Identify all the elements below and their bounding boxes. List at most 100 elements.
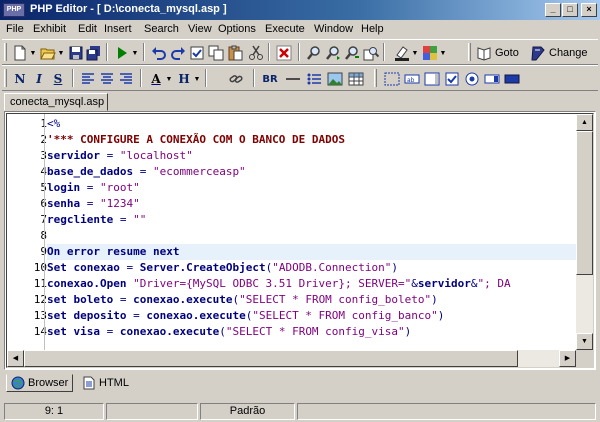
menu-view[interactable]: View bbox=[188, 23, 212, 35]
scroll-up-icon[interactable]: ▲ bbox=[576, 114, 593, 131]
undo-icon[interactable] bbox=[149, 43, 169, 63]
code-line[interactable]: On error resume next bbox=[47, 244, 576, 260]
toolbar-grip[interactable] bbox=[374, 69, 377, 87]
menu-window[interactable]: Window bbox=[314, 23, 353, 35]
find-icon[interactable] bbox=[304, 43, 324, 63]
title-bar[interactable]: PHP PHP Editor - [ D:\conecta_mysql.asp … bbox=[0, 0, 600, 20]
save-icon[interactable] bbox=[66, 43, 86, 63]
code-line[interactable]: servidor = "localhost" bbox=[47, 148, 576, 164]
textarea-icon[interactable] bbox=[422, 69, 442, 89]
delete-icon[interactable] bbox=[274, 43, 294, 63]
editor-viewport[interactable]: 1234567891011121314 <%'*** CONFIGURE A C… bbox=[6, 113, 594, 368]
font-color-dropdown-icon[interactable]: ▼ bbox=[165, 69, 173, 89]
checkbox-icon[interactable] bbox=[442, 69, 462, 89]
bold-button[interactable]: N bbox=[10, 69, 30, 89]
image-icon[interactable] bbox=[325, 69, 345, 89]
menu-execute[interactable]: Execute bbox=[265, 23, 305, 35]
main-toolbar: ▼ ▼ ▼ ▼ ▼ Goto Change bbox=[2, 39, 598, 65]
change-button[interactable]: Change bbox=[530, 43, 588, 63]
radio-icon[interactable] bbox=[462, 69, 482, 89]
italic-button[interactable]: I bbox=[29, 69, 49, 89]
save-all-icon[interactable] bbox=[84, 43, 104, 63]
menu-exhibit[interactable]: Exhibit bbox=[33, 23, 66, 35]
code-line[interactable]: regcliente = "" bbox=[47, 212, 576, 228]
code-line[interactable]: base_de_dados = "ecommerceasp" bbox=[47, 164, 576, 180]
align-right-icon[interactable] bbox=[116, 69, 136, 89]
browser-globe-icon bbox=[11, 376, 25, 390]
code-line[interactable] bbox=[47, 228, 576, 244]
code-line[interactable]: conexao.Open "Driver={MySQL ODBC 3.51 Dr… bbox=[47, 276, 576, 292]
paste-icon[interactable] bbox=[225, 43, 245, 63]
select-all-icon[interactable] bbox=[187, 43, 207, 63]
menu-options[interactable]: Options bbox=[218, 23, 256, 35]
highlight-dropdown-icon[interactable]: ▼ bbox=[411, 43, 419, 63]
code-editor[interactable]: 1234567891011121314 <%'*** CONFIGURE A C… bbox=[4, 111, 596, 370]
menu-insert[interactable]: Insert bbox=[104, 23, 132, 35]
maximize-button[interactable]: □ bbox=[562, 3, 578, 17]
find-next-icon[interactable] bbox=[323, 43, 343, 63]
cut-icon[interactable] bbox=[246, 43, 266, 63]
link-icon[interactable] bbox=[226, 69, 246, 89]
find-in-files-icon[interactable] bbox=[361, 43, 381, 63]
code-line[interactable]: login = "root" bbox=[47, 180, 576, 196]
font-color-button[interactable]: A bbox=[146, 69, 166, 89]
document-tab[interactable]: conecta_mysql.asp bbox=[4, 93, 108, 111]
code-line[interactable]: set deposito = conexao.execute("SELECT *… bbox=[47, 308, 576, 324]
code-line[interactable]: '*** CONFIGURE A CONEXÃO COM O BANCO DE … bbox=[47, 132, 576, 148]
toolbar-separator bbox=[383, 43, 385, 61]
strikethrough-button[interactable]: S bbox=[48, 69, 68, 89]
line-number: 4 bbox=[15, 164, 47, 180]
menu-edit[interactable]: Edit bbox=[78, 23, 97, 35]
palette-dropdown-icon[interactable]: ▼ bbox=[439, 43, 447, 63]
heading-button[interactable]: H bbox=[174, 69, 194, 89]
list-icon[interactable] bbox=[304, 69, 324, 89]
line-break-button[interactable]: BR bbox=[260, 69, 280, 89]
text-field-icon[interactable]: ab bbox=[402, 69, 422, 89]
toolbar-grip[interactable] bbox=[4, 43, 7, 61]
tab-html[interactable]: HTML bbox=[78, 374, 133, 392]
toolbar-separator bbox=[253, 69, 255, 87]
horizontal-scrollbar[interactable]: ◀ ▶ bbox=[7, 350, 576, 367]
run-icon[interactable] bbox=[112, 43, 132, 63]
menu-search[interactable]: Search bbox=[144, 23, 179, 35]
open-dropdown-icon[interactable]: ▼ bbox=[57, 43, 65, 63]
redo-icon[interactable] bbox=[168, 43, 188, 63]
select-box-icon[interactable] bbox=[482, 69, 502, 89]
code-line[interactable]: set visa = conexao.execute("SELECT * FRO… bbox=[47, 324, 576, 340]
table-icon[interactable] bbox=[346, 69, 366, 89]
heading-dropdown-icon[interactable]: ▼ bbox=[193, 69, 201, 89]
vertical-scrollbar[interactable]: ▲ ▼ bbox=[576, 114, 593, 350]
new-dropdown-icon[interactable]: ▼ bbox=[29, 43, 37, 63]
code-line[interactable]: set boleto = conexao.execute("SELECT * F… bbox=[47, 292, 576, 308]
vertical-scroll-thumb[interactable] bbox=[576, 131, 593, 275]
close-button[interactable]: × bbox=[581, 3, 597, 17]
minimize-button[interactable]: _ bbox=[545, 3, 561, 17]
code-line[interactable]: <% bbox=[47, 116, 576, 132]
run-dropdown-icon[interactable]: ▼ bbox=[131, 43, 139, 63]
tab-browser[interactable]: Browser bbox=[6, 374, 74, 392]
menu-file[interactable]: File bbox=[6, 23, 24, 35]
open-folder-icon[interactable] bbox=[38, 43, 58, 63]
menu-help[interactable]: Help bbox=[361, 23, 384, 35]
scroll-left-icon[interactable]: ◀ bbox=[7, 350, 24, 367]
app-icon[interactable]: PHP bbox=[3, 3, 25, 17]
highlight-icon[interactable] bbox=[392, 43, 412, 63]
code-line[interactable]: senha = "1234" bbox=[47, 196, 576, 212]
align-center-icon[interactable] bbox=[97, 69, 117, 89]
horizontal-scroll-thumb[interactable] bbox=[24, 350, 518, 367]
new-file-icon[interactable] bbox=[10, 43, 30, 63]
replace-icon[interactable] bbox=[342, 43, 362, 63]
code-line[interactable]: Set conexao = Server.CreateObject("ADODB… bbox=[47, 260, 576, 276]
copy-icon[interactable] bbox=[206, 43, 226, 63]
goto-button[interactable]: Goto bbox=[476, 43, 519, 63]
toolbar-grip[interactable] bbox=[468, 43, 471, 61]
align-left-icon[interactable] bbox=[78, 69, 98, 89]
scroll-down-icon[interactable]: ▼ bbox=[576, 333, 593, 350]
horizontal-rule-icon[interactable] bbox=[283, 69, 303, 89]
toolbar-grip[interactable] bbox=[4, 69, 7, 87]
button-element-icon[interactable] bbox=[502, 69, 522, 89]
code-text-area[interactable]: <% '*** CONFIGURE A CONEXÃO COM O BANCO D… bbox=[47, 114, 576, 350]
color-palette-icon[interactable] bbox=[420, 43, 440, 63]
scroll-right-icon[interactable]: ▶ bbox=[559, 350, 576, 367]
form-icon[interactable] bbox=[382, 69, 402, 89]
